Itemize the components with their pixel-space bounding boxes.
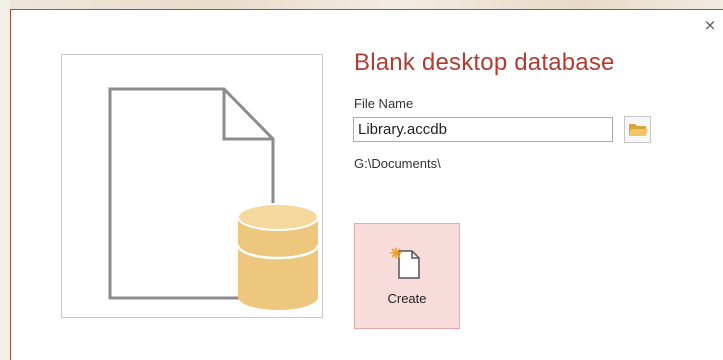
file-name-input[interactable] xyxy=(353,117,613,142)
background-window-edge xyxy=(0,0,10,360)
save-location-path: G:\Documents\ xyxy=(354,156,441,171)
dialog-title: Blank desktop database xyxy=(354,49,615,76)
folder-icon xyxy=(629,124,648,136)
file-name-label: File Name xyxy=(354,96,414,111)
create-button[interactable]: Create xyxy=(354,223,460,329)
new-document-icon xyxy=(390,247,420,279)
database-preview-image xyxy=(61,54,323,318)
create-button-label: Create xyxy=(387,291,427,306)
browse-folder-button[interactable] xyxy=(624,116,651,143)
database-document-illustration xyxy=(108,87,320,310)
close-icon[interactable]: × xyxy=(703,18,717,33)
new-database-dialog: × Blank desktop database File Name G:\Do… xyxy=(10,9,723,360)
